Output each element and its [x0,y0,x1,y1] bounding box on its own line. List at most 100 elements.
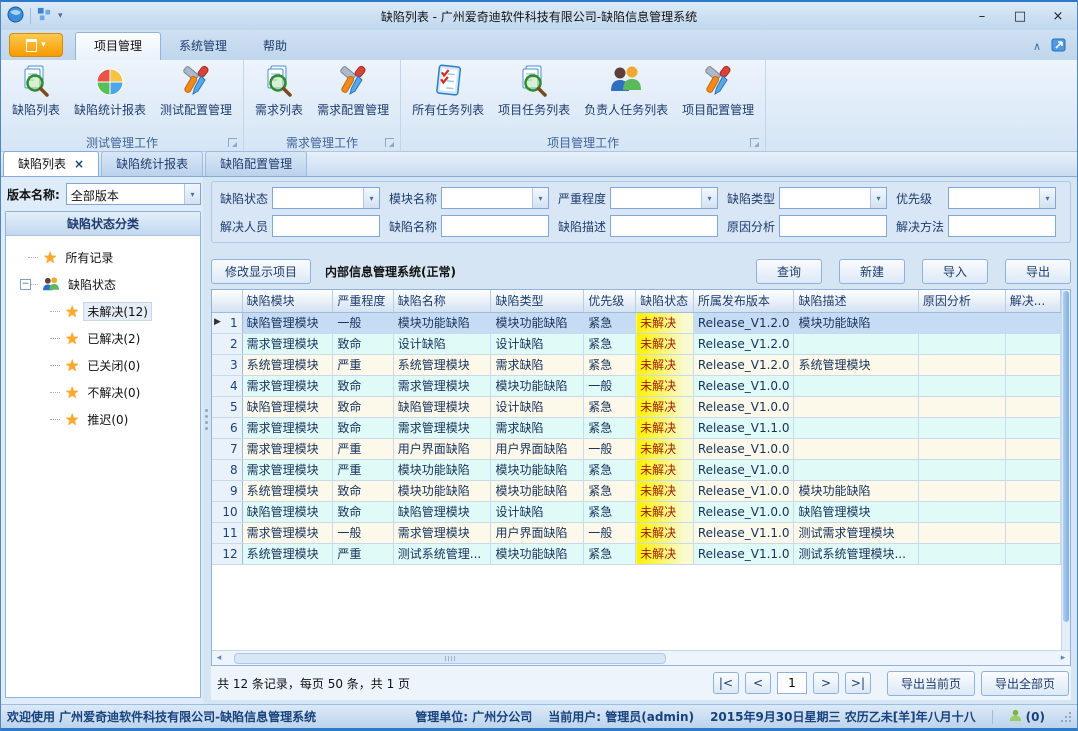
document-tab[interactable]: 缺陷配置管理 [205,151,307,176]
document-tab[interactable]: 缺陷列表× [3,151,99,176]
ribbon-button[interactable]: 缺陷统计报表 [67,62,153,120]
table-row[interactable]: 7需求管理模块严重用户界面缺陷用户界面缺陷一般未解决Release_V1.0.0 [212,438,1061,459]
document-tab[interactable]: 缺陷统计报表 [101,151,203,176]
tree-connector [28,257,38,258]
table-row[interactable]: 9系统管理模块致命模块功能缺陷模块功能缺陷紧急未解决Release_V1.0.0… [212,480,1061,501]
table-row[interactable]: 6需求管理模块致命需求管理模块需求缺陷紧急未解决Release_V1.1.0 [212,417,1061,438]
filter-dropdown[interactable]: ▾ [948,187,1056,209]
first-page-button[interactable]: |< [713,672,739,694]
scroll-left-icon[interactable]: ◂ [212,653,226,663]
column-header[interactable]: 所属发布版本 [693,290,794,312]
column-header[interactable]: 缺陷模块 [242,290,333,312]
ribbon-button[interactable]: 负责人任务列表 [577,62,675,120]
export-current-page-button[interactable]: 导出当前页 [887,671,975,696]
chevron-down-icon[interactable]: ▾ [58,11,63,21]
toolbar-button[interactable]: 查询 [756,259,822,284]
collapse-ribbon-icon[interactable]: ∧ [1033,40,1041,53]
column-header[interactable]: 解决... [1005,290,1060,312]
ribbon-button[interactable]: 所有任务列表 [405,62,491,120]
last-page-button[interactable]: >| [845,672,871,694]
scrollbar-thumb[interactable] [234,653,666,664]
chevron-down-icon[interactable]: ▾ [363,188,379,208]
scrollbar-thumb[interactable] [1063,291,1069,622]
toolbar-button[interactable]: 导出 [1005,259,1071,284]
ribbon-button[interactable]: 需求配置管理 [310,62,396,120]
close-tab-icon[interactable]: × [74,157,84,171]
chevron-down-icon[interactable]: ▾ [532,188,548,208]
filter-label: 缺陷类型 [727,190,779,207]
dialog-launcher-icon[interactable] [750,138,759,147]
help-icon[interactable] [1051,37,1067,56]
table-row[interactable]: 4需求管理模块致命需求管理模块模块功能缺陷一般未解决Release_V1.0.0 [212,375,1061,396]
filter-input[interactable] [610,215,718,237]
tree-item[interactable]: ★不解决(0) [16,379,198,406]
filter-dropdown[interactable]: ▾ [441,187,549,209]
filter-dropdown[interactable]: ▾ [272,187,380,209]
prev-page-button[interactable]: < [745,672,771,694]
scroll-right-icon[interactable]: ▸ [1056,653,1070,663]
export-all-pages-button[interactable]: 导出全部页 [981,671,1069,696]
tree-item[interactable]: ★已解决(2) [16,325,198,352]
table-row[interactable]: 11需求管理模块一般需求管理模块用户界面缺陷一般未解决Release_V1.1.… [212,522,1061,543]
chevron-down-icon[interactable]: ▾ [184,184,200,204]
column-header[interactable]: 缺陷类型 [491,290,584,312]
ribbon-tab[interactable]: 帮助 [245,33,305,60]
toolbar-button[interactable]: 导入 [922,259,988,284]
column-header[interactable]: 缺陷名称 [393,290,491,312]
filter-dropdown[interactable]: ▾ [610,187,718,209]
tree-item[interactable]: ★已关闭(0) [16,352,198,379]
table-row[interactable]: 3系统管理模块严重系统管理模块需求缺陷紧急未解决Release_V1.2.0系统… [212,354,1061,375]
toolbar-button[interactable]: 新建 [839,259,905,284]
collapse-icon[interactable]: − [20,279,31,290]
ribbon-button[interactable]: 缺陷列表 [5,62,67,120]
ribbon-button[interactable]: 需求列表 [248,62,310,120]
window-switch-icon[interactable] [37,7,52,25]
next-page-button[interactable]: > [813,672,839,694]
filter-dropdown[interactable]: ▾ [779,187,887,209]
table-row[interactable]: 5缺陷管理模块致命缺陷管理模块设计缺陷紧急未解决Release_V1.0.0 [212,396,1061,417]
close-button[interactable]: × [1039,3,1077,29]
user-status-icon[interactable] [1009,709,1022,725]
dialog-launcher-icon[interactable] [228,138,237,147]
tree-item[interactable]: ★推迟(0) [16,406,198,433]
ribbon-tab[interactable]: 系统管理 [161,33,245,60]
ribbon-button[interactable]: 测试配置管理 [153,62,239,120]
page-number-input[interactable] [777,672,807,694]
table-row[interactable]: 8需求管理模块严重模块功能缺陷模块功能缺陷紧急未解决Release_V1.0.0 [212,459,1061,480]
tree-item[interactable]: −缺陷状态 [16,271,198,298]
column-header[interactable]: 原因分析 [918,290,1005,312]
minimize-button[interactable]: – [963,3,1001,29]
filter-input[interactable] [272,215,380,237]
maximize-button[interactable]: □ [1001,3,1039,29]
version-dropdown[interactable]: 全部版本 ▾ [66,183,201,205]
vertical-scrollbar[interactable] [1061,290,1070,650]
tree-item[interactable]: ★所有记录 [16,244,198,271]
resize-grip[interactable] [1061,712,1071,722]
splitter-handle[interactable] [203,177,211,704]
modify-display-items-button[interactable]: 修改显示项目 [211,259,311,284]
chevron-down-icon[interactable]: ▾ [1039,188,1055,208]
row-number-cell: 10 [212,501,242,522]
horizontal-scrollbar[interactable]: ◂ ▸ [212,650,1070,665]
column-header[interactable]: 缺陷状态 [636,290,694,312]
tree-item[interactable]: ★未解决(12) [16,298,198,325]
column-header[interactable]: 优先级 [584,290,636,312]
column-header[interactable] [212,290,242,312]
dialog-launcher-icon[interactable] [385,138,394,147]
ribbon-tab[interactable]: 项目管理 [75,32,161,60]
column-header[interactable]: 严重程度 [333,290,393,312]
table-row[interactable]: ▶1缺陷管理模块一般模块功能缺陷模块功能缺陷紧急未解决Release_V1.2.… [212,312,1061,333]
ribbon-button[interactable]: 项目配置管理 [675,62,761,120]
document-tab-label: 缺陷统计报表 [116,155,188,172]
table-row[interactable]: 2需求管理模块致命设计缺陷设计缺陷紧急未解决Release_V1.2.0 [212,333,1061,354]
table-row[interactable]: 10缺陷管理模块致命缺陷管理模块设计缺陷紧急未解决Release_V1.0.0缺… [212,501,1061,522]
application-menu-button[interactable]: ▾ [9,33,63,57]
filter-input[interactable] [948,215,1056,237]
chevron-down-icon[interactable]: ▾ [701,188,717,208]
column-header[interactable]: 缺陷描述 [794,290,918,312]
chevron-down-icon[interactable]: ▾ [870,188,886,208]
ribbon-button[interactable]: 项目任务列表 [491,62,577,120]
table-row[interactable]: 12系统管理模块严重测试系统管理...模块功能缺陷紧急未解决Release_V1… [212,543,1061,564]
filter-input[interactable] [441,215,549,237]
filter-input[interactable] [779,215,887,237]
